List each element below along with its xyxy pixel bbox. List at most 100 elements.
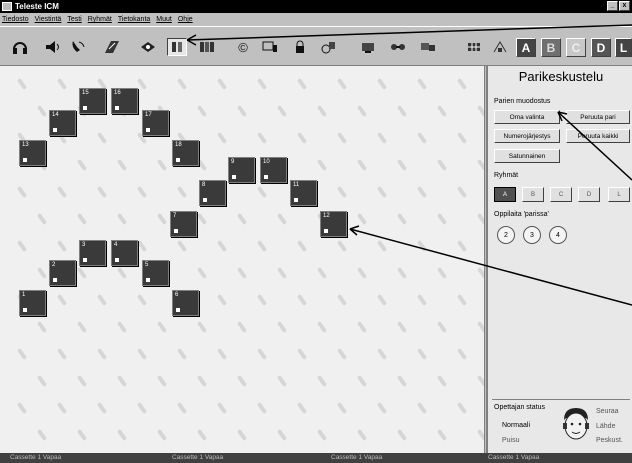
pupil-count-2[interactable]: 2 [497,226,515,244]
copyright-icon[interactable]: © [233,38,253,56]
background-pattern-mark [316,320,328,334]
background-pattern-mark [116,158,128,172]
background-pattern-mark [16,239,28,253]
background-pattern-mark [256,239,268,253]
background-pattern-mark [436,266,448,280]
student-seat-15[interactable]: 15 [79,88,106,114]
background-pattern-mark [296,131,308,145]
copyright-glyph: © [238,39,248,55]
teacher-action-follow[interactable]: Seuraa [596,408,619,415]
pairs-icon[interactable] [167,38,187,56]
monitor-icon[interactable] [260,38,280,56]
group-d-button[interactable]: D [591,38,611,57]
random-button[interactable]: Satunnainen [494,149,560,163]
student-seat-8[interactable]: 8 [199,180,226,206]
own-choice-button[interactable]: Oma valinta [494,110,560,124]
background-pattern-mark [116,428,128,442]
background-pattern-mark [396,104,408,118]
headset-icon[interactable] [10,38,30,56]
student-seat-16[interactable]: 16 [111,88,138,114]
pupil-count-4[interactable]: 4 [549,226,567,244]
video-icon[interactable] [388,38,408,56]
group-a-button[interactable]: A [516,38,536,57]
close-button[interactable]: x [619,1,630,11]
panel-group-d[interactable]: D [578,187,600,202]
panel-group-c[interactable]: C [550,187,572,202]
cancel-pair-button[interactable]: Peruuta pari [566,110,630,124]
background-pattern-mark [336,185,348,199]
group-icon[interactable] [197,38,217,56]
background-pattern-mark [396,320,408,334]
minimize-button[interactable]: _ [607,1,618,11]
background-pattern-mark [276,320,288,334]
camera-icon[interactable] [358,38,378,56]
menu-tiedosto[interactable]: Tiedosto [2,16,29,23]
tape-icon[interactable] [102,38,122,56]
student-seat-18[interactable]: 18 [172,140,199,166]
pupil-count-3[interactable]: 3 [523,226,541,244]
student-seat-14[interactable]: 14 [49,110,76,136]
tree-icon[interactable] [490,38,510,56]
student-seat-1[interactable]: 1 [19,290,46,316]
background-pattern-mark [396,266,408,280]
speaker-icon[interactable] [42,38,62,56]
background-pattern-mark [336,293,348,307]
menu-muut[interactable]: Muut [156,16,172,23]
eye-icon[interactable] [138,38,158,56]
cancel-all-button[interactable]: Peruuta kaikki [566,129,630,143]
menu-tietokanta[interactable]: Tietokanta [118,16,150,23]
teacher-action-source[interactable]: Lähde [596,423,615,430]
background-pattern-mark [316,104,328,118]
background-pattern-mark [56,293,68,307]
menu-ryhmat[interactable]: Ryhmät [88,16,112,23]
background-pattern-mark [16,77,28,91]
student-seat-5[interactable]: 5 [142,260,169,286]
teacher-status-normal[interactable]: Normaali [502,422,530,429]
student-seat-12[interactable]: 12 [320,211,347,237]
student-seat-11[interactable]: 11 [290,180,317,206]
panel-group-b[interactable]: B [522,187,544,202]
seat-number: 2 [52,262,56,268]
toolbar: © A B C D L [0,26,632,66]
background-pattern-mark [456,185,468,199]
background-pattern-mark [116,266,128,280]
teacher-action-discuss[interactable]: Peskust. [596,437,623,444]
panel-group-a[interactable]: A [494,187,516,202]
student-seat-6[interactable]: 6 [172,290,199,316]
group-b-button[interactable]: B [541,38,561,57]
menu-viestinta[interactable]: Viestintä [35,16,62,23]
student-seat-4[interactable]: 4 [111,240,138,266]
background-pattern-mark [436,104,448,118]
panel-title: Parikeskustelu [518,69,604,84]
student-seat-13[interactable]: 13 [19,140,46,166]
seat-indicator-icon [294,198,298,202]
menu-testi[interactable]: Testi [67,16,81,23]
classroom-workspace: 1 2 3 4 5 6 7 8 9 10 11 12 13 14 15 16 17 18 [0,66,485,453]
background-pattern-mark [96,131,108,145]
users-icon[interactable] [418,38,438,56]
number-order-button[interactable]: Numerojärjestys [494,129,560,143]
cd-icon[interactable] [318,38,338,56]
seat-number: 15 [82,90,89,96]
cassette-status-2: Cassette 1 Vapaa [172,454,224,461]
group-l-button[interactable]: L [615,38,632,57]
background-pattern-mark [256,401,268,415]
student-seat-7[interactable]: 7 [170,211,197,237]
panel-group-l[interactable]: L [608,187,630,202]
pairing-label: Parien muodostus [494,98,551,105]
student-seat-10[interactable]: 10 [260,157,287,183]
background-pattern-mark [356,212,368,226]
student-seat-3[interactable]: 3 [79,240,106,266]
student-seat-9[interactable]: 9 [228,157,255,183]
menu-ohje[interactable]: Ohje [178,16,193,23]
student-seat-2[interactable]: 2 [49,260,76,286]
student-seat-17[interactable]: 17 [142,110,169,136]
lock-icon[interactable] [290,38,310,56]
teacher-status-talk[interactable]: Puisu [502,437,520,444]
grid-icon[interactable] [464,38,484,56]
background-pattern-mark [296,77,308,91]
phone-icon[interactable] [68,38,88,56]
group-c-button[interactable]: C [566,38,586,57]
background-pattern-mark [376,131,388,145]
background-pattern-mark [436,320,448,334]
